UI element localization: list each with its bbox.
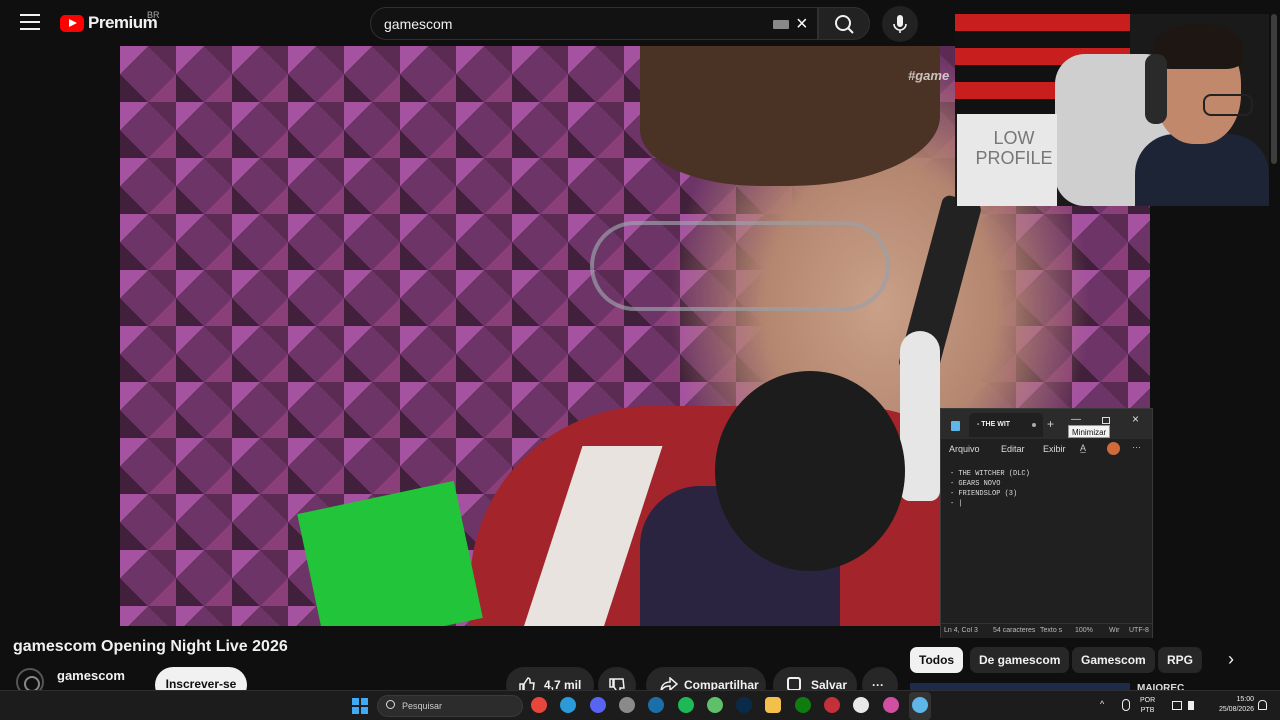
circle-app-icon[interactable]	[853, 697, 870, 713]
notepad-editor[interactable]: - THE WITCHER (DLC) - GEARS NOVO - FRIEN…	[950, 469, 1145, 619]
chip-rpg[interactable]: RPG	[1158, 647, 1203, 673]
notepad-icon[interactable]	[911, 697, 928, 713]
notepad-tab[interactable]: - THE WIT	[969, 413, 1043, 437]
file-explorer-icon[interactable]	[765, 697, 782, 713]
network-icon[interactable]	[1172, 701, 1182, 710]
chip-todos[interactable]: Todos	[910, 647, 964, 673]
new-tab-icon[interactable]: +	[1047, 417, 1054, 431]
search-icon	[386, 700, 395, 709]
clock[interactable]: 15:00 25/08/2026	[1206, 695, 1254, 715]
screen: Premium BR gamescom × #game LOW PROFILE …	[0, 0, 1280, 720]
search-button[interactable]	[818, 7, 870, 40]
skeleton-figurine	[900, 331, 940, 501]
studio-microphone	[715, 371, 905, 571]
clock-date: 25/08/2026	[1218, 706, 1254, 713]
status-line-ending: Wir	[1109, 627, 1120, 634]
youtube-logo[interactable]: Premium	[60, 13, 158, 33]
phone-link-icon[interactable]	[706, 697, 723, 713]
menu-editar[interactable]: Editar	[1001, 444, 1025, 454]
volume-icon[interactable]	[1188, 701, 1196, 710]
webcam-overlay: LOW PROFILE	[955, 14, 1269, 206]
language-code: POR	[1140, 697, 1156, 704]
poster: LOW PROFILE	[957, 114, 1057, 206]
chrome-icon[interactable]	[531, 697, 547, 713]
steam-icon[interactable]	[648, 697, 665, 713]
save-icon	[787, 677, 801, 691]
minimize-icon[interactable]: —	[1071, 414, 1081, 425]
editor-line: - |	[950, 500, 963, 508]
chevron-up-icon[interactable]: ^	[1100, 699, 1110, 709]
search-value: gamescom	[384, 16, 453, 32]
poster-text: LOW PROFILE	[975, 128, 1053, 168]
spotify-icon[interactable]	[677, 697, 694, 713]
notepad-menubar: Arquivo Editar Exibir A̲ ···	[941, 439, 1152, 459]
minimize-tooltip: Minimizar	[1068, 425, 1111, 438]
page-scrollbar[interactable]	[1271, 14, 1277, 164]
chip-gamescom[interactable]: Gamescom	[1072, 647, 1155, 673]
search-icon	[835, 15, 854, 34]
youtube-play-icon	[60, 14, 84, 32]
windows-start-icon[interactable]	[352, 698, 368, 714]
maximize-icon[interactable]	[1102, 417, 1110, 424]
streamer-glasses	[1203, 94, 1253, 116]
keyboard-icon[interactable]	[773, 20, 789, 29]
taskbar-search-placeholder: Pesquisar	[402, 701, 443, 711]
status-zoom[interactable]: 100%	[1075, 627, 1093, 634]
editor-line: - FRIENDSLOP (3)	[950, 490, 1018, 498]
close-icon[interactable]: ×	[1132, 412, 1139, 426]
menu-arquivo[interactable]: Arquivo	[949, 444, 980, 454]
photoshop-icon[interactable]	[736, 697, 753, 713]
notepad-titlebar[interactable]: - THE WIT + — × Minimizar	[941, 409, 1152, 439]
pen-app-icon[interactable]	[882, 697, 899, 713]
input-language[interactable]: POR PTB	[1140, 696, 1155, 716]
notification-bell-icon[interactable]	[1258, 700, 1267, 710]
status-char-count: 54 caracteres	[993, 627, 1035, 634]
status-format: Texto s	[1040, 627, 1063, 634]
unsaved-dot-icon	[1032, 423, 1036, 427]
taskbar-search[interactable]: Pesquisar	[377, 695, 523, 717]
edge-icon[interactable]	[560, 697, 577, 713]
chip-de-gamescom[interactable]: De gamescom	[970, 647, 1070, 673]
status-position: Ln 4, Col 3	[944, 627, 978, 634]
hamburger-menu-icon[interactable]	[20, 14, 40, 30]
video-host-hair	[640, 46, 940, 186]
notepad-window[interactable]: - THE WIT + — × Minimizar Arquivo Editar…	[940, 408, 1153, 638]
mic-tray-icon[interactable]	[1122, 699, 1130, 711]
channel-name[interactable]: gamescom	[57, 668, 125, 683]
video-host-glasses	[590, 221, 890, 311]
font-format-icon[interactable]: A̲	[1080, 443, 1086, 453]
headset	[1145, 54, 1167, 124]
xbox-icon[interactable]	[794, 697, 811, 713]
notepad-statusbar: Ln 4, Col 3 54 caracteres Texto s 100% W…	[941, 623, 1152, 638]
valorant-icon[interactable]	[824, 697, 840, 713]
microphone-icon	[893, 15, 907, 33]
account-avatar-icon[interactable]	[1107, 442, 1120, 455]
obs-icon[interactable]	[618, 697, 635, 713]
country-code: BR	[147, 10, 160, 20]
notepad-tab-title: - THE WIT	[977, 421, 1011, 428]
editor-line: - GEARS NOVO	[950, 480, 1001, 488]
discord-icon[interactable]	[589, 697, 606, 713]
voice-search-button[interactable]	[882, 6, 918, 42]
notepad-app-icon	[951, 421, 960, 431]
keyboard-layout: PTB	[1140, 707, 1155, 714]
clear-icon[interactable]: ×	[796, 14, 808, 34]
chevron-right-icon[interactable]: ›	[1228, 649, 1234, 670]
streamer-body	[1135, 134, 1269, 206]
video-title: gamescom Opening Night Live 2026	[13, 638, 288, 655]
clock-time: 15:00	[1236, 696, 1254, 703]
green-card	[297, 480, 483, 626]
windows-taskbar: Pesquisar ^ POR PTB 15:00 25/08/2026	[0, 690, 1280, 720]
more-icon[interactable]: ···	[1132, 442, 1141, 452]
search-input[interactable]: gamescom ×	[370, 7, 818, 40]
menu-exibir[interactable]: Exibir	[1043, 444, 1066, 454]
status-encoding: UTF-8	[1129, 627, 1149, 634]
video-hashtag-overlay: #game	[908, 68, 950, 83]
editor-line: - THE WITCHER (DLC)	[950, 470, 1030, 478]
